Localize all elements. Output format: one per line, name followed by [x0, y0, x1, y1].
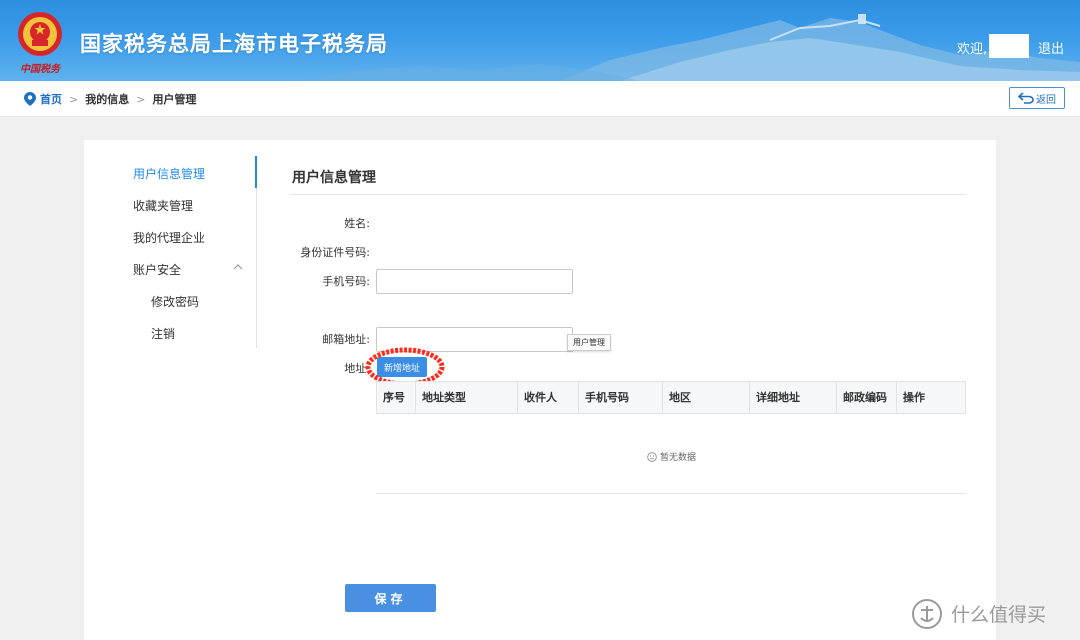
back-button-label: 返回	[1036, 94, 1056, 106]
tooltip: 用户管理	[567, 334, 611, 351]
column-header-detail-address: 详细地址	[749, 382, 836, 413]
column-header-phone: 手机号码	[578, 382, 662, 413]
column-header-address-type: 地址类型	[415, 382, 517, 413]
page-title: 用户信息管理	[292, 170, 376, 186]
chevron-up-icon[interactable]	[233, 264, 243, 270]
breadcrumb: 首页 > 我的信息 > 用户管理	[24, 91, 196, 107]
column-header-index: 序号	[383, 391, 405, 404]
sidebar-item-user-info[interactable]: 用户信息管理	[133, 165, 205, 182]
back-button[interactable]: 返回	[1009, 87, 1065, 109]
email-input[interactable]	[376, 327, 573, 352]
site-header: 中国税务 国家税务总局上海市电子税务局 欢迎, 退出	[0, 0, 1080, 81]
sidebar-item-change-password[interactable]: 修改密码	[151, 293, 199, 310]
breadcrumb-user-management: 用户管理	[152, 93, 197, 106]
table-bottom-border	[376, 493, 966, 494]
back-arrow-icon	[1018, 92, 1034, 104]
column-header-recipient: 收件人	[517, 382, 578, 413]
breadcrumb-my-info[interactable]: 我的信息	[85, 91, 129, 107]
watermark-text: 什么值得买	[951, 604, 1047, 626]
sidebar-active-indicator	[255, 156, 257, 188]
emblem-caption: 中国税务	[20, 64, 60, 75]
tax-emblem-icon	[18, 12, 62, 56]
address-table-header: 序号 地址类型 收件人 手机号码 地区 详细地址 邮政编码 操作	[376, 381, 966, 414]
column-header-actions: 操作	[896, 382, 966, 413]
sidebar-item-favorites[interactable]: 收藏夹管理	[133, 197, 193, 214]
user-name-redacted[interactable]	[989, 34, 1029, 58]
save-button[interactable]: 保存	[345, 584, 436, 612]
email-label: 邮箱地址:	[322, 333, 370, 346]
logout-link[interactable]: 退出	[1038, 38, 1064, 57]
add-address-button[interactable]: 新增地址	[377, 357, 427, 377]
sidebar-item-account-security[interactable]: 账户安全	[133, 261, 181, 278]
welcome-text: 欢迎,	[957, 42, 988, 57]
site-title: 国家税务总局上海市电子税务局	[80, 32, 388, 56]
title-divider	[290, 194, 966, 195]
column-header-postal-code: 邮政编码	[836, 382, 896, 413]
phone-label: 手机号码:	[322, 275, 370, 288]
empty-text: 暂无数据	[660, 453, 697, 463]
column-header-region: 地区	[662, 382, 749, 413]
breadcrumb-bar: 首页 > 我的信息 > 用户管理	[0, 81, 1080, 117]
sidebar-item-agent-companies[interactable]: 我的代理企业	[133, 229, 205, 246]
name-label: 姓名:	[344, 217, 370, 230]
sidebar	[84, 156, 257, 348]
id-number-label: 身份证件号码:	[300, 246, 370, 259]
phone-input[interactable]	[376, 269, 573, 294]
address-label: 地址:	[344, 362, 370, 375]
breadcrumb-home[interactable]: 首页	[40, 91, 62, 107]
sidebar-item-deregister[interactable]: 注销	[151, 325, 175, 342]
watermark-logo-icon	[912, 599, 942, 629]
breadcrumb-separator: >	[136, 92, 146, 106]
location-pin-icon	[24, 92, 36, 106]
breadcrumb-separator: >	[69, 92, 79, 106]
table-empty-state: 暂无数据	[647, 450, 696, 463]
empty-face-icon	[647, 451, 657, 462]
